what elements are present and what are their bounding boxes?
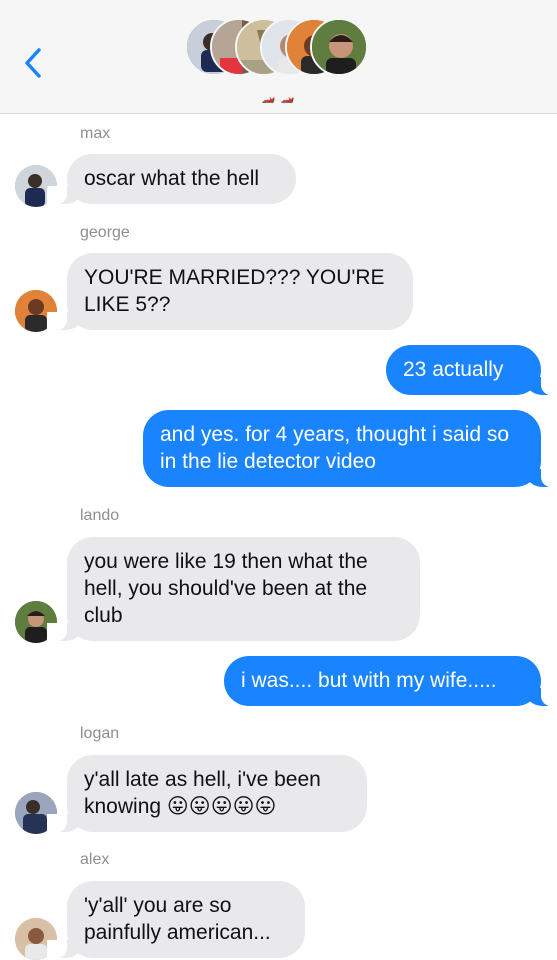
- sender-name: george: [80, 224, 130, 241]
- sender-name: logan: [80, 725, 120, 742]
- message-bubble[interactable]: YOU'RE MARRIED??? YOU'RE LIKE 5??: [47, 253, 413, 330]
- group-avatar-stack[interactable]: [185, 18, 375, 78]
- message-bubble[interactable]: and yes. for 4 years, thought i said so …: [143, 410, 557, 487]
- sender-name: lando: [80, 507, 120, 524]
- message-bubble[interactable]: oscar what the hell: [47, 154, 296, 204]
- tongue-emoji-icon: 😛😛😛😛😛: [166, 794, 277, 818]
- message-bubble[interactable]: y'all late as hell, i've been knowing 😛😛…: [47, 755, 367, 832]
- conversation-header: 🏎️ 🏎️: [0, 0, 557, 114]
- message-bubble[interactable]: you were like 19 then what the hell, you…: [47, 537, 420, 641]
- message-bubble[interactable]: 23 actually: [386, 345, 557, 395]
- sender-name: alex: [80, 851, 110, 868]
- message-bubble[interactable]: i was.... but with my wife.....: [224, 656, 557, 706]
- back-chevron-icon[interactable]: [20, 46, 50, 80]
- message-bubble[interactable]: 'y'all' you are so painfully american...: [47, 881, 305, 958]
- sender-name: max: [80, 125, 111, 142]
- avatar-icon: [310, 18, 368, 76]
- group-name: 🏎️ 🏎️: [261, 92, 296, 104]
